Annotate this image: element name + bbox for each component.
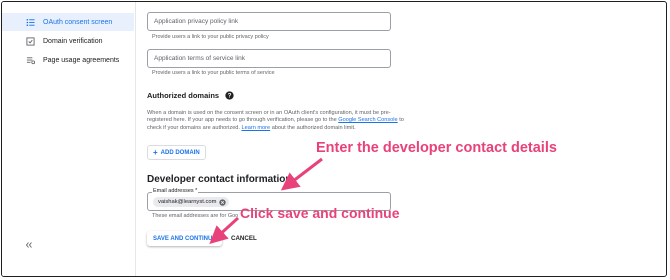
arrow-to-save-button — [209, 216, 240, 245]
annotation-arrows — [209, 157, 323, 245]
arrow-to-email-field — [280, 157, 323, 191]
screenshot-frame: OAuth consent screen Domain verification… — [1, 1, 667, 277]
